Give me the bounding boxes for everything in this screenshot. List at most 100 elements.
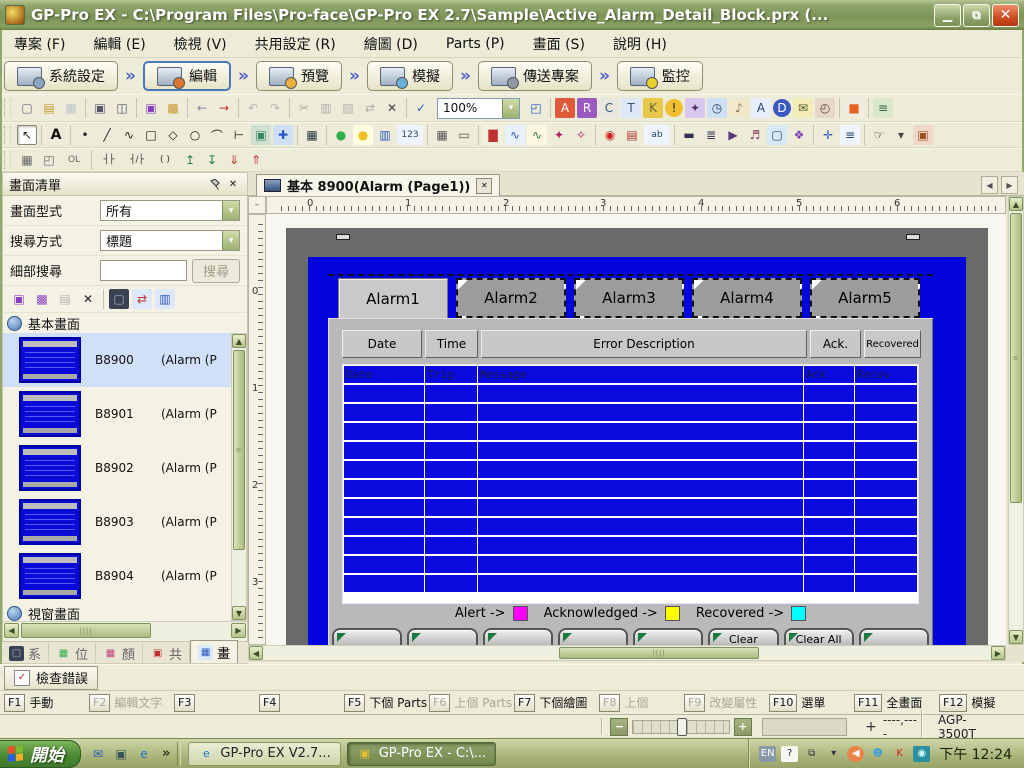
toolbar-more-arrow[interactable]: ▾ bbox=[891, 125, 911, 145]
function-key[interactable]: F6 上個 Parts bbox=[429, 694, 514, 712]
toolbar-grip[interactable] bbox=[4, 99, 11, 117]
window-screen-icon[interactable]: ▬ bbox=[679, 125, 699, 145]
paste-screen-button[interactable]: ▤ bbox=[55, 289, 75, 309]
pin-part-icon[interactable]: ✛ bbox=[818, 125, 838, 145]
scrollbar-thumb[interactable]: |||| bbox=[21, 623, 151, 638]
scroll-down-icon[interactable]: ▼ bbox=[1009, 630, 1023, 644]
mark-tool-icon[interactable]: ✚ bbox=[273, 125, 293, 145]
switch-part-icon[interactable]: ● bbox=[331, 125, 351, 145]
chevron-down-icon[interactable]: ▾ bbox=[222, 201, 239, 220]
scroll-up-icon[interactable]: ▲ bbox=[1009, 197, 1023, 211]
workflow-button[interactable]: 監控 bbox=[617, 61, 703, 91]
zoom-out-button[interactable]: − bbox=[610, 718, 628, 736]
block-up-icon[interactable]: ⇑ bbox=[246, 150, 266, 170]
workflow-button[interactable]: 傳送專案 bbox=[478, 61, 592, 91]
scroll-down-icon[interactable]: ▼ bbox=[232, 606, 246, 620]
function-key[interactable]: F9 改變屬性 bbox=[684, 694, 769, 712]
csv-data-icon[interactable]: C bbox=[599, 98, 619, 118]
close-icon[interactable]: ✕ bbox=[225, 177, 241, 192]
data-block-display-icon[interactable]: ✦ bbox=[549, 125, 569, 145]
data-display-part-icon[interactable]: 123 bbox=[397, 125, 423, 145]
screen-jump-icon[interactable]: → bbox=[214, 98, 234, 118]
screen-list-hscrollbar[interactable]: ◀ |||| ▶ bbox=[3, 621, 247, 640]
mail-settings-icon[interactable]: ✉ bbox=[793, 98, 813, 118]
workflow-button[interactable]: 系統設定 bbox=[4, 61, 118, 91]
block-down-icon[interactable]: ⇓ bbox=[224, 150, 244, 170]
quick-launch-ie-icon[interactable]: e bbox=[135, 745, 153, 763]
preview-screen-button[interactable]: ▢ bbox=[109, 289, 129, 309]
function-key[interactable]: F2 編輯文字 bbox=[89, 694, 174, 712]
scrollbar-thumb[interactable]: ≡ bbox=[233, 350, 245, 550]
data-block-2-icon[interactable]: ✧ bbox=[571, 125, 591, 145]
menu-item[interactable]: 繪圖 (D) bbox=[364, 34, 418, 54]
menu-item[interactable]: Parts (P) bbox=[446, 36, 505, 52]
alarm-tab[interactable]: Alarm4 bbox=[692, 278, 802, 318]
hmi-function-button[interactable]: Clear All bbox=[784, 628, 854, 645]
touch-input-icon[interactable]: ☞ bbox=[869, 125, 889, 145]
restore-button[interactable]: ⧉ bbox=[963, 4, 990, 27]
menu-item[interactable]: 專案 (F) bbox=[14, 34, 65, 54]
contact-b-icon[interactable]: ┤/├ bbox=[124, 150, 150, 170]
menu-item[interactable]: 檢視 (V) bbox=[174, 34, 227, 54]
zoom-in-button[interactable]: + bbox=[734, 718, 752, 736]
dock-tab[interactable]: ▦ 畫 bbox=[190, 640, 238, 663]
zoom-combobox[interactable]: 100% ▾ bbox=[437, 98, 520, 119]
pin-icon[interactable] bbox=[206, 177, 222, 192]
fall-edge-icon[interactable]: ↧ bbox=[202, 150, 222, 170]
detail-search-input[interactable] bbox=[100, 260, 187, 281]
sound-part-icon[interactable]: ♬ bbox=[745, 125, 765, 145]
close-button[interactable]: ✕ bbox=[992, 4, 1019, 27]
lamp-part-icon[interactable]: ● bbox=[353, 125, 373, 145]
movie-player-icon[interactable]: ▶ bbox=[723, 125, 743, 145]
zoom-slider-thumb[interactable] bbox=[677, 718, 687, 736]
scale-tool-icon[interactable]: ⊢ bbox=[229, 125, 249, 145]
trend-graph-icon[interactable]: ∿ bbox=[527, 125, 547, 145]
help-tray-icon[interactable]: ? bbox=[781, 746, 798, 762]
keypad-part-icon[interactable]: ▦ bbox=[432, 125, 452, 145]
window-part-icon[interactable]: ▥ bbox=[375, 125, 395, 145]
zoom-slider[interactable] bbox=[632, 720, 729, 734]
hmi-function-button[interactable]: Clear bbox=[708, 628, 778, 645]
previous-screen-icon[interactable]: ← bbox=[192, 98, 212, 118]
historical-graph-icon[interactable]: ∿ bbox=[505, 125, 525, 145]
screen-list-item[interactable]: B8904 (Alarm (P bbox=[3, 549, 247, 603]
special-data-icon[interactable]: ❖ bbox=[789, 125, 809, 145]
antivirus-tray-icon[interactable]: K bbox=[891, 746, 908, 762]
tray-collapse-button[interactable]: ◀ bbox=[847, 746, 864, 762]
backlight-color-icon[interactable]: ■ bbox=[844, 98, 864, 118]
select-tool-icon[interactable]: ↖ bbox=[17, 125, 37, 145]
function-key[interactable]: F1 手動 bbox=[4, 694, 89, 712]
screen-list-scrollbar[interactable]: ▲ ≡ ▼ bbox=[231, 333, 247, 621]
ellipse-tool-icon[interactable]: ○ bbox=[185, 125, 205, 145]
alarm-tab[interactable]: Alarm5 bbox=[810, 278, 920, 318]
function-key[interactable]: F7 下個繪圖 bbox=[514, 694, 599, 712]
fit-screen-icon[interactable]: ◰ bbox=[526, 98, 546, 118]
toolbar-grip[interactable] bbox=[4, 151, 11, 169]
dock-tab[interactable]: ▦ 位 bbox=[49, 643, 96, 663]
menu-item[interactable]: 畫面 (S) bbox=[533, 34, 585, 54]
monitor-tray-icon[interactable]: ◉ bbox=[913, 746, 930, 762]
canvas-vscrollbar[interactable]: ▲ ≡ ▼ bbox=[1008, 196, 1024, 645]
sound-settings-icon[interactable]: ♪ bbox=[729, 98, 749, 118]
alarm-table[interactable]: Date Trig Message Ack Recov bbox=[342, 364, 919, 604]
hmi-screen[interactable]: Alarm1 Alarm2 Alarm3 Alarm4 Alarm5 Date bbox=[308, 257, 966, 645]
quick-launch-desktop-icon[interactable]: ▣ bbox=[112, 745, 130, 763]
coil-icon[interactable]: ( ) bbox=[152, 150, 178, 170]
dot-tool-icon[interactable]: • bbox=[75, 125, 95, 145]
scheduler-icon[interactable]: ◴ bbox=[815, 98, 835, 118]
new-screen-icon[interactable]: ▣ bbox=[141, 98, 161, 118]
arc-tool-icon[interactable]: ⌒ bbox=[207, 125, 227, 145]
text-tool-icon[interactable]: A bbox=[46, 125, 66, 145]
workflow-button[interactable]: 預覽 bbox=[256, 61, 342, 91]
screen-list-item[interactable]: B8900 (Alarm (P bbox=[3, 333, 247, 387]
print-preview-icon[interactable]: ◫ bbox=[112, 98, 132, 118]
cut-icon[interactable]: ✂ bbox=[294, 98, 314, 118]
key-part-icon[interactable]: ▭ bbox=[454, 125, 474, 145]
scroll-left-icon[interactable]: ◀ bbox=[249, 646, 263, 660]
dock-tab[interactable]: ▢ 系 bbox=[2, 643, 49, 663]
function-key[interactable]: F3 bbox=[174, 694, 259, 712]
hmi-function-button[interactable] bbox=[859, 628, 929, 645]
function-key[interactable]: F10 選單 bbox=[769, 694, 854, 712]
save-project-icon[interactable]: ▦ bbox=[61, 98, 81, 118]
select-all-icon[interactable]: ✓ bbox=[411, 98, 431, 118]
